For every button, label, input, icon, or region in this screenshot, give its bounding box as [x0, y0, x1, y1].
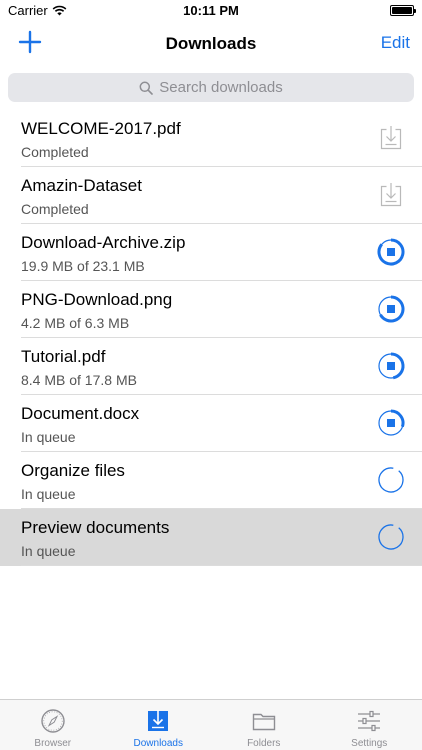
stop-download-icon[interactable] — [377, 409, 405, 437]
download-row[interactable]: Organize files In queue — [0, 452, 422, 509]
download-status: In queue — [21, 543, 76, 559]
status-bar: Carrier 10:11 PM — [0, 0, 422, 22]
download-name: Document.docx — [21, 404, 140, 423]
search-icon — [139, 81, 154, 95]
search-placeholder: Search downloads — [159, 79, 283, 96]
download-name: Tutorial.pdf — [21, 347, 106, 366]
folder-icon — [252, 713, 275, 731]
download-status: 8.4 MB of 17.8 MB — [21, 372, 137, 388]
downloads-list: WELCOME-2017.pdf Completed Amazin-Dataset C… — [0, 110, 422, 566]
download-row[interactable]: Tutorial.pdf 8.4 MB of 17.8 MB — [0, 338, 422, 395]
download-status: In queue — [21, 429, 76, 445]
battery-icon — [390, 5, 416, 16]
edit-button[interactable]: Edit — [381, 33, 410, 53]
plus-icon[interactable] — [18, 30, 42, 54]
stop-download-icon[interactable] — [377, 352, 405, 380]
downloaded-icon[interactable] — [377, 124, 405, 152]
tab-settings-label: Settings — [351, 738, 388, 749]
download-name: Preview documents — [21, 518, 170, 537]
download-row[interactable]: PNG-Download.png 4.2 MB of 6.3 MB — [0, 281, 422, 338]
status-time: 10:11 PM — [183, 3, 239, 18]
search-field[interactable]: Search downloads — [8, 73, 414, 102]
download-status: 19.9 MB of 23.1 MB — [21, 258, 145, 274]
queued-icon[interactable] — [377, 466, 405, 494]
download-status: 4.2 MB of 6.3 MB — [21, 315, 130, 331]
download-name: WELCOME-2017.pdf — [21, 119, 181, 138]
stop-download-icon[interactable] — [377, 238, 405, 266]
download-name: Amazin-Dataset — [21, 176, 142, 195]
download-status: Completed — [21, 144, 89, 160]
download-row[interactable]: Preview documents In queue — [0, 509, 422, 566]
tab-settings[interactable]: Settings — [317, 700, 422, 750]
tab-browser-label: Browser — [34, 738, 72, 749]
download-status: Completed — [21, 201, 89, 217]
download-status: In queue — [21, 486, 76, 502]
tab-folders-label: Folders — [247, 738, 281, 749]
download-row[interactable]: Document.docx In queue — [0, 395, 422, 452]
download-row[interactable]: Download-Archive.zip 19.9 MB of 23.1 MB — [0, 224, 422, 281]
sliders-icon — [358, 710, 381, 732]
status-right — [390, 5, 416, 16]
nav-bar: Downloads Edit — [0, 22, 422, 66]
tab-bar: Browser Downloads Folders Settings — [0, 699, 422, 750]
downloaded-icon[interactable] — [377, 181, 405, 209]
download-name: Download-Archive.zip — [21, 233, 186, 252]
stop-download-icon[interactable] — [377, 295, 405, 323]
download-icon — [148, 710, 169, 731]
download-row[interactable]: WELCOME-2017.pdf Completed — [0, 110, 422, 167]
download-name: PNG-Download.png — [21, 290, 173, 309]
page-title: Downloads — [165, 34, 257, 53]
compass-icon — [41, 709, 65, 733]
tab-browser[interactable]: Browser — [0, 700, 106, 750]
download-name: Organize files — [21, 461, 125, 480]
tab-downloads[interactable]: Downloads — [106, 700, 212, 750]
queued-icon[interactable] — [377, 523, 405, 551]
tab-downloads-label: Downloads — [133, 738, 183, 749]
tab-folders[interactable]: Folders — [211, 700, 317, 750]
row-divider — [21, 565, 422, 566]
download-row[interactable]: Amazin-Dataset Completed — [0, 167, 422, 224]
